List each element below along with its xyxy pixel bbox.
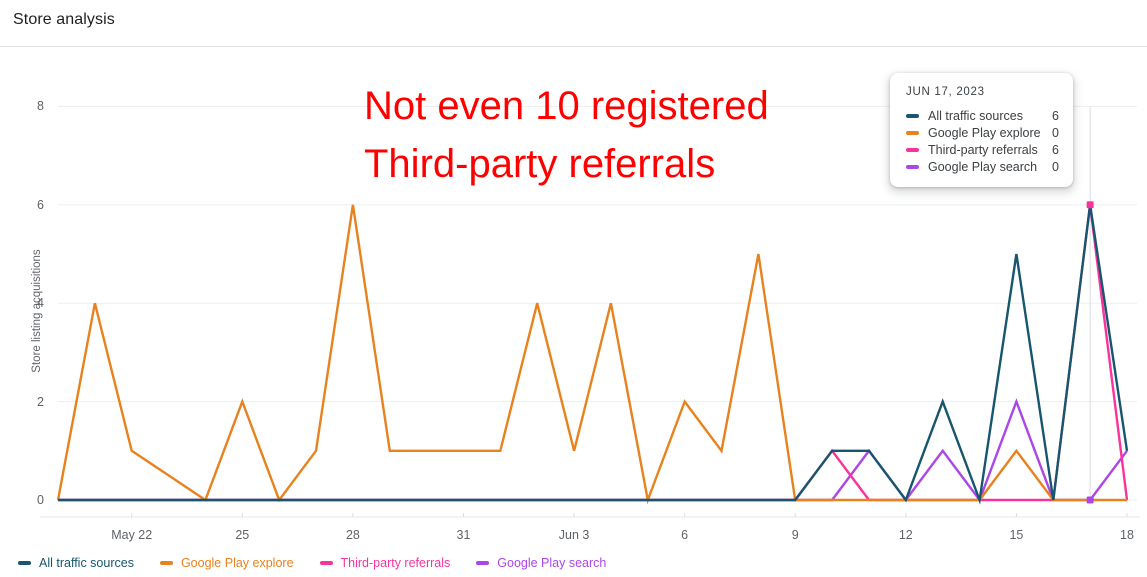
y-axis-tick-label: 8 — [37, 99, 44, 114]
series-color-swatch-icon — [18, 560, 31, 565]
series-line[interactable] — [56, 204, 1127, 505]
y-axis-tick-label: 2 — [37, 394, 44, 409]
legend-item[interactable]: Third-party referrals — [319, 555, 451, 570]
tooltip-row: Google Play search 0 — [906, 158, 1059, 175]
x-axis-tick-label: 12 — [898, 528, 913, 542]
chart-tooltip: JUN 17, 2023 All traffic sources 6 Google … — [890, 73, 1073, 187]
y-axis-tick-label: 6 — [37, 197, 44, 212]
x-axis-tick-label: 9 — [791, 528, 799, 542]
legend-item[interactable]: Google Play search — [476, 556, 606, 570]
highlighted-data-point[interactable] — [1086, 496, 1094, 504]
series-color-swatch-icon — [159, 560, 173, 565]
tooltip-series-value: 0 — [1052, 159, 1059, 174]
x-axis-tick-label: 6 — [681, 528, 689, 542]
store-analysis-page: Store analysis Store listing acquisition… — [0, 0, 1147, 577]
page-title: Store analysis — [13, 11, 115, 28]
legend-item[interactable]: All traffic sources — [18, 556, 134, 570]
series-color-swatch-icon — [906, 147, 919, 152]
tooltip-rows: All traffic sources 6 Google Play explore 0… — [906, 107, 1059, 175]
legend-item[interactable]: Google Play explore — [159, 555, 294, 570]
series-color-swatch-icon — [476, 560, 490, 565]
tooltip-date: JUN 17, 2023 — [906, 86, 985, 98]
series-line[interactable] — [58, 398, 1128, 503]
series-color-swatch-icon — [906, 130, 919, 135]
annotation-text: Not even 10 registered Third-party refer… — [364, 84, 769, 186]
tooltip-row: All traffic sources 6 — [906, 107, 1059, 124]
legend-item-label: All traffic sources — [39, 555, 134, 570]
tooltip-series-name: Google Play search — [928, 159, 1038, 174]
tooltip-series-value: 0 — [1052, 125, 1059, 140]
series-line[interactable] — [58, 204, 1129, 505]
x-axis-tick-label: Jun 3 — [558, 528, 590, 542]
x-axis-tick-label: 28 — [345, 528, 360, 542]
tooltip-series-name: Third-party referrals — [928, 142, 1038, 157]
x-axis-tick-label: May 22 — [111, 528, 153, 542]
series-color-swatch-icon — [319, 560, 333, 565]
legend-item-label: Google Play search — [497, 555, 607, 570]
tooltip-series-value: 6 — [1052, 142, 1059, 157]
series-line[interactable] — [58, 204, 1129, 502]
legend-item-label: Google Play explore — [180, 555, 294, 570]
page-header: Store analysis — [0, 0, 1147, 47]
x-axis-tick-label: 31 — [456, 528, 471, 542]
tooltip-row: Google Play explore 0 — [906, 124, 1059, 141]
legend-item-label: Third-party referrals — [340, 555, 451, 570]
series-color-swatch-icon — [906, 113, 919, 118]
x-axis-tick-label: 25 — [235, 528, 250, 542]
x-axis-tick-label: 15 — [1009, 528, 1024, 542]
tooltip-series-name: Google Play explore — [928, 125, 1041, 140]
tooltip-series-name: All traffic sources — [928, 108, 1023, 123]
chart-legend: All traffic sources Google Play explore Th… — [0, 548, 1147, 577]
tooltip-series-value: 6 — [1052, 108, 1059, 123]
tooltip-row: Third-party referrals 6 — [906, 141, 1059, 158]
y-axis-tick-label: 0 — [37, 493, 44, 507]
series-color-swatch-icon — [906, 164, 919, 169]
highlighted-data-point[interactable] — [1086, 201, 1094, 209]
x-axis-tick-label: 18 — [1120, 528, 1134, 542]
y-axis-tick-label: 4 — [37, 296, 44, 311]
